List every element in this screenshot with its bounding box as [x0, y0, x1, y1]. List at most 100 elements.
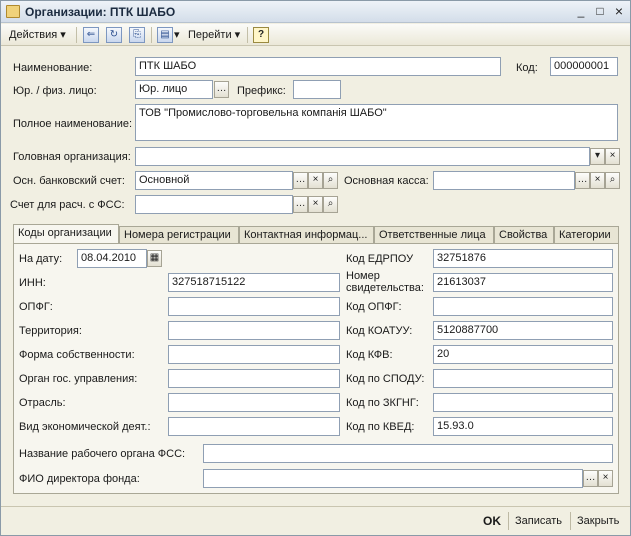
koatuu-label: Код КОАТУУ: — [346, 325, 413, 337]
fss-account-label: Счет для расч. с ФСС: — [10, 199, 125, 211]
organization-window: Организации: ПТК ШАБО _ □ × Действия ▾ ⇐… — [0, 0, 631, 536]
spodu-field[interactable] — [433, 369, 613, 388]
structure-icon[interactable]: ▤ — [157, 27, 173, 43]
bank-account-label: Осн. банковский счет: — [13, 175, 125, 187]
prefix-label: Префикс: — [237, 85, 286, 97]
zkgng-label: Код по ЗКГНГ: — [346, 397, 419, 409]
tab-responsible-persons[interactable]: Ответственные лица — [374, 226, 494, 243]
full-name-field[interactable]: ТОВ "Промислово-торговельна компанія ШАБ… — [135, 104, 618, 141]
select-button[interactable]: … — [293, 196, 308, 213]
goto-menu[interactable]: Перейти ▾ — [188, 28, 240, 41]
director-field[interactable] — [203, 469, 583, 488]
structure-dropdown[interactable]: ▾ — [174, 28, 180, 41]
edrpou-field[interactable]: 32751876 — [433, 249, 613, 268]
select-button[interactable]: … — [575, 172, 590, 189]
actions-menu-label: Действия — [9, 29, 58, 41]
certificate-label: Номер свидетельства: — [346, 270, 424, 294]
clear-icon[interactable]: × — [308, 172, 323, 189]
button-bar: OK Записать Закрыть — [1, 506, 630, 535]
activity-field[interactable] — [168, 417, 340, 436]
title-bar[interactable]: Организации: ПТК ШАБО _ □ × — [1, 1, 630, 23]
spodu-label: Код по СПОДУ: — [346, 373, 425, 385]
opfg-field[interactable] — [168, 297, 340, 316]
territory-label: Территория: — [19, 325, 82, 337]
cash-desk-label: Основная касса: — [344, 175, 429, 187]
tab-registration-numbers[interactable]: Номера регистрации — [119, 226, 239, 243]
close-button[interactable]: Закрыть — [577, 515, 619, 527]
save-button[interactable]: Записать — [515, 515, 562, 527]
date-label: На дату: — [19, 253, 63, 265]
legal-type-label: Юр. / физ. лицо: — [13, 85, 97, 97]
arrow-left-icon[interactable]: ⇐ — [83, 27, 99, 43]
bank-account-field[interactable]: Основной — [135, 171, 293, 190]
activity-label: Вид экономической деят.: — [19, 421, 151, 433]
search-icon[interactable]: ⌕ — [323, 172, 338, 189]
folder-icon — [6, 5, 20, 18]
branch-field[interactable] — [168, 393, 340, 412]
certificate-field[interactable]: 21613037 — [433, 273, 613, 292]
fss-body-label: Название рабочего органа ФСС: — [19, 448, 186, 460]
button-separator — [570, 512, 571, 530]
toolbar-separator — [151, 27, 152, 43]
ok-button[interactable]: OK — [483, 514, 501, 528]
branch-label: Отрасль: — [19, 397, 66, 409]
legal-type-field[interactable]: Юр. лицо — [135, 80, 213, 99]
head-org-field[interactable] — [135, 147, 590, 166]
clear-icon[interactable]: × — [598, 470, 613, 487]
prefix-field[interactable] — [293, 80, 341, 99]
toolbar: Действия ▾ ⇐ ↻ ⎘ ▤ ▾ Перейти ▾ ? — [1, 24, 630, 46]
opfg-label: ОПФГ: — [19, 301, 53, 313]
code-field[interactable]: 000000001 — [550, 57, 618, 76]
close-window-button[interactable]: × — [611, 4, 627, 19]
select-button[interactable]: … — [583, 470, 598, 487]
code-label: Код: — [516, 62, 538, 74]
fss-body-field[interactable] — [203, 444, 613, 463]
koatuu-field[interactable]: 5120887700 — [433, 321, 613, 340]
territory-field[interactable] — [168, 321, 340, 340]
clear-icon[interactable]: × — [605, 148, 620, 165]
zkgng-field[interactable] — [433, 393, 613, 412]
clear-icon[interactable]: × — [308, 196, 323, 213]
inn-label: ИНН: — [19, 277, 46, 289]
gov-body-label: Орган гос. управления: — [19, 373, 138, 385]
inn-field[interactable]: 327518715122 — [168, 273, 340, 292]
kfv-field[interactable]: 20 — [433, 345, 613, 364]
certificate-label-line1: Номер — [346, 270, 380, 282]
certificate-label-line2: свидетельства: — [346, 282, 424, 294]
dropdown-button[interactable]: ▾ — [590, 148, 605, 165]
name-label: Наименование: — [13, 62, 93, 74]
tab-org-codes[interactable]: Коды организации — [13, 224, 119, 244]
minimize-button[interactable]: _ — [573, 4, 589, 19]
calendar-icon[interactable]: ▦ — [147, 250, 162, 267]
clear-icon[interactable]: × — [590, 172, 605, 189]
toolbar-separator — [247, 27, 248, 43]
full-name-label: Полное наименование: — [13, 118, 133, 130]
tab-properties[interactable]: Свойства — [494, 226, 554, 243]
edrpou-label: Код ЕДРПОУ — [346, 253, 414, 265]
refresh-icon[interactable]: ↻ — [106, 27, 122, 43]
gov-body-field[interactable] — [168, 369, 340, 388]
cash-desk-field[interactable] — [433, 171, 575, 190]
ownership-field[interactable] — [168, 345, 340, 364]
search-icon[interactable]: ⌕ — [605, 172, 620, 189]
kfv-label: Код КФВ: — [346, 349, 393, 361]
select-button[interactable]: … — [293, 172, 308, 189]
goto-menu-label: Перейти — [188, 29, 232, 41]
name-field[interactable]: ПТК ШАБО — [135, 57, 501, 76]
select-button[interactable]: … — [214, 81, 229, 98]
copy-icon[interactable]: ⎘ — [129, 27, 145, 43]
window-title: Организации: ПТК ШАБО — [25, 5, 176, 19]
actions-menu[interactable]: Действия ▾ — [9, 28, 66, 41]
kved-label: Код по КВЕД: — [346, 421, 415, 433]
tab-contact-info[interactable]: Контактная информац... — [239, 226, 374, 243]
help-icon[interactable]: ? — [253, 27, 269, 43]
kopfg-label: Код ОПФГ: — [346, 301, 402, 313]
kved-field[interactable]: 15.93.0 — [433, 417, 613, 436]
search-icon[interactable]: ⌕ — [323, 196, 338, 213]
kopfg-field[interactable] — [433, 297, 613, 316]
fss-account-field[interactable] — [135, 195, 293, 214]
tab-categories[interactable]: Категории — [554, 226, 619, 243]
button-separator — [508, 512, 509, 530]
date-field[interactable]: 08.04.2010 — [77, 249, 147, 268]
maximize-button[interactable]: □ — [592, 4, 608, 19]
